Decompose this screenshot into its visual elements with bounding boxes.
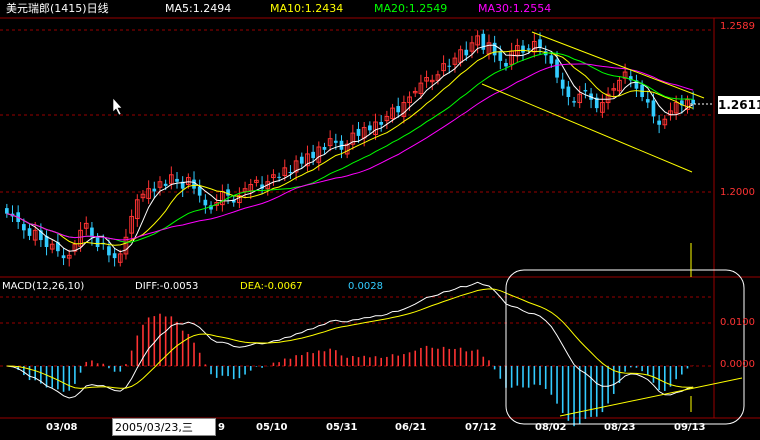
date-tick: 08/02 xyxy=(535,422,567,433)
candle-body xyxy=(538,39,542,47)
candle-body xyxy=(27,228,32,236)
candle-body xyxy=(368,125,372,131)
channel-lower-line xyxy=(481,83,693,173)
candle-body xyxy=(107,246,111,256)
candle-body xyxy=(322,147,327,150)
date-tick: 08/23 xyxy=(604,422,636,433)
macd-dea-line xyxy=(6,288,694,389)
ma30-line xyxy=(6,63,694,241)
candle-body xyxy=(566,86,571,97)
candle-body xyxy=(504,62,508,67)
candle-body xyxy=(691,99,695,104)
price-tick-mid: 1.2000 xyxy=(720,187,755,198)
ma5-label: MA5:1.2494 xyxy=(165,2,232,15)
candle-body xyxy=(492,42,497,56)
mouse-pointer-icon xyxy=(112,97,123,116)
candle-body xyxy=(356,128,361,136)
candle-body xyxy=(277,176,281,178)
date-tick: 07/12 xyxy=(465,422,497,433)
ma20-label: MA20:1.2549 xyxy=(374,2,448,15)
macd-diff-line xyxy=(6,281,694,399)
candle-body xyxy=(175,178,179,182)
ma10-label: MA10:1.2434 xyxy=(270,2,344,15)
chart-stage: 美元瑞郎(1415)日线 MA5:1.2494 MA10:1.2434 MA20… xyxy=(0,0,760,440)
ma5-line xyxy=(6,44,694,253)
candle-body xyxy=(521,45,525,53)
candle-body xyxy=(572,101,576,103)
candle-body xyxy=(379,122,384,125)
candle-body xyxy=(95,237,100,247)
kline-chart-svg xyxy=(0,17,760,427)
candle-body xyxy=(447,65,452,67)
date-tick: 03/08 xyxy=(46,422,78,433)
candle-body xyxy=(203,199,208,206)
candle-body xyxy=(657,120,661,125)
cursor-date-box: 2005/03/23,三 xyxy=(112,418,216,436)
candle-body xyxy=(560,79,565,89)
date-tick: 05/31 xyxy=(326,422,358,433)
chart-title: 美元瑞郎(1415)日线 xyxy=(6,2,109,15)
macd-value-label: 0.0028 xyxy=(348,281,383,292)
candle-body xyxy=(61,255,66,259)
candle-body xyxy=(498,51,503,61)
candle-body xyxy=(299,156,304,164)
macd-dea-label: DEA:-0.0067 xyxy=(240,281,303,292)
date-tick: 9 xyxy=(218,422,225,433)
date-tick: 06/21 xyxy=(395,422,427,433)
candle-body xyxy=(192,179,196,189)
candle-body xyxy=(152,188,157,192)
candle-body xyxy=(583,90,588,92)
candle-body xyxy=(464,49,469,56)
candle-body xyxy=(555,59,559,78)
candle-body xyxy=(112,253,117,259)
candle-body xyxy=(311,151,315,159)
date-tick: 09/13 xyxy=(674,422,706,433)
candle-body xyxy=(333,140,338,143)
current-price-box: 1.2611 xyxy=(718,96,760,114)
macd-title: MACD(12,26,10) xyxy=(2,281,85,292)
candle-body xyxy=(163,183,168,186)
macd-trend-line xyxy=(559,377,743,417)
candle-body xyxy=(549,55,554,64)
date-tick: 05/10 xyxy=(256,422,288,433)
divergence-highlight-box xyxy=(505,269,745,425)
price-tick-top: 1.2589 xyxy=(720,21,755,32)
ma30-label: MA30:1.2554 xyxy=(478,2,552,15)
candle-body xyxy=(526,48,531,50)
macd-tick-upper: 0.0100 xyxy=(720,317,755,328)
macd-diff-label: DIFF:-0.0053 xyxy=(135,281,199,292)
candle-body xyxy=(288,172,293,173)
candle-body xyxy=(396,106,401,113)
candle-body xyxy=(22,224,26,231)
ma10-line xyxy=(6,49,694,246)
candle-body xyxy=(651,100,656,117)
macd-tick-zero: 0.0000 xyxy=(720,359,755,370)
candle-body xyxy=(645,99,650,103)
candle-body xyxy=(5,208,9,214)
